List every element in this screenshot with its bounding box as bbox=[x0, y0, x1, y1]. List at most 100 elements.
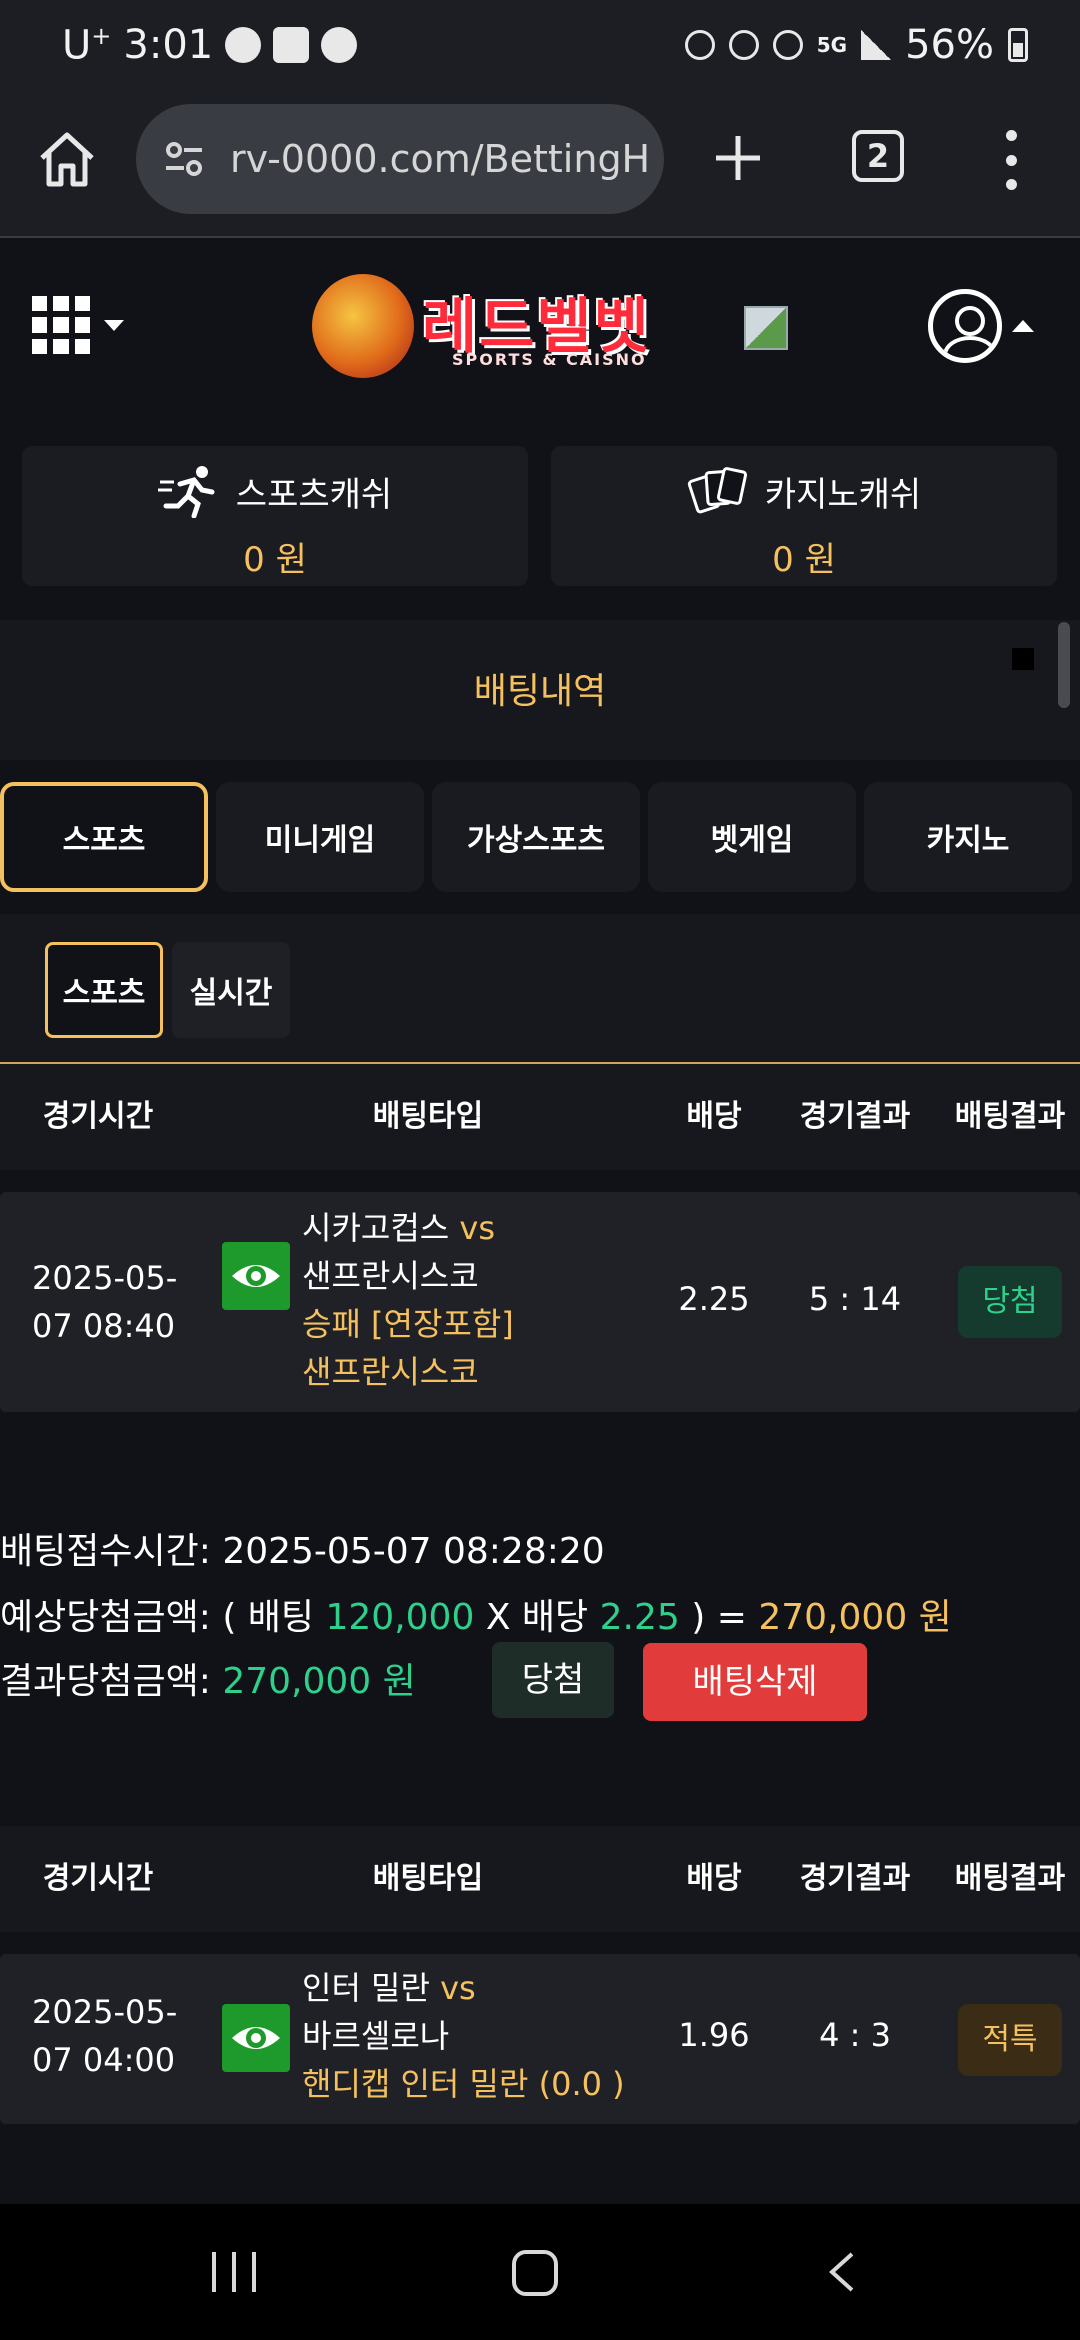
accepted-time-line: 배팅접수시간: 2025-05-07 08:28:20 bbox=[0, 1531, 605, 1572]
home-team: 인터 밀란 bbox=[302, 1969, 430, 2007]
system-nav-bar bbox=[0, 2204, 1080, 2340]
col-odds: 배당 bbox=[686, 1099, 742, 1134]
col-bet-type: 배팅타입 bbox=[372, 1099, 484, 1134]
browser-toolbar: rv-0000.com/BettingH 2 bbox=[0, 90, 1080, 238]
home-nav-button[interactable] bbox=[512, 2250, 558, 2296]
view-details-button[interactable] bbox=[222, 1242, 290, 1310]
tune-icon[interactable] bbox=[162, 137, 206, 181]
tab-switcher-button[interactable]: 2 bbox=[852, 130, 904, 182]
category-tabs: 스포츠 미니게임 가상스포츠 벳게임 카지노 bbox=[0, 782, 1080, 894]
status-bar: U+ 3:01 5G 56% bbox=[0, 0, 1080, 90]
tab-minigame[interactable]: 미니게임 bbox=[216, 782, 424, 892]
battery-percent: 56% bbox=[905, 22, 994, 68]
gallery-notification-icon bbox=[273, 27, 310, 63]
scrollbar[interactable] bbox=[1058, 622, 1070, 708]
casino-cash-card: 카지노캐쉬 0 원 bbox=[551, 446, 1057, 586]
table-row[interactable]: 2025-05- 07 04:00 인터 밀란 vs 바르셀로나 핸디캡 인터 … bbox=[0, 1954, 1080, 2124]
carrier: U+ bbox=[62, 21, 112, 69]
chevron-down-icon bbox=[104, 319, 124, 331]
sub-tabs: 스포츠 실시간 bbox=[0, 914, 1080, 1064]
tab-bet-game[interactable]: 벳게임 bbox=[648, 782, 856, 892]
tab-virtual-sports[interactable]: 가상스포츠 bbox=[432, 782, 640, 892]
chat-notification-icon bbox=[225, 27, 262, 63]
match-time: 2025-05- 07 08:40 bbox=[32, 1259, 178, 1345]
vs-label: vs bbox=[459, 1209, 495, 1247]
more-icon[interactable] bbox=[996, 130, 1026, 190]
status-right: 5G 56% bbox=[684, 18, 1028, 72]
receipt-odds: 2.25 bbox=[599, 1597, 680, 1638]
pick: 샌프란시스코 bbox=[302, 1353, 479, 1391]
address-bar[interactable]: rv-0000.com/BettingH bbox=[136, 104, 664, 214]
battery-icon bbox=[1008, 28, 1028, 62]
page-title-bar: 배팅내역 bbox=[0, 620, 1080, 760]
signal-icon bbox=[861, 30, 892, 60]
col-bet-type: 배팅타입 bbox=[372, 1861, 484, 1896]
logo-mascot-image bbox=[312, 274, 414, 378]
new-tab-button[interactable] bbox=[708, 128, 768, 188]
user-icon bbox=[928, 289, 1002, 363]
result-amount: 270,000 원 bbox=[222, 1661, 416, 1702]
broken-image-icon bbox=[744, 306, 788, 350]
logo-subtitle: SPORTS & CAISNO bbox=[452, 350, 647, 369]
match-time: 2025-05- 07 04:00 bbox=[32, 1993, 178, 2079]
plus-icon bbox=[716, 136, 760, 180]
table-header: 경기시간 배팅타입 배당 경기결과 배팅결과 bbox=[0, 1826, 1080, 1932]
alarm-icon bbox=[728, 30, 759, 60]
tab-sports[interactable]: 스포츠 bbox=[0, 782, 208, 892]
status-badge: 적특 bbox=[958, 2004, 1062, 2076]
col-odds: 배당 bbox=[686, 1861, 742, 1896]
clock: 3:01 bbox=[123, 22, 214, 68]
site-header: 레드벨벳 SPORTS & CAISNO bbox=[0, 240, 1080, 410]
odds: 2.25 bbox=[678, 1280, 750, 1318]
expected-amount: 270,000 원 bbox=[758, 1597, 952, 1638]
status-badge: 당첨 bbox=[958, 1266, 1062, 1338]
site-logo[interactable]: 레드벨벳 SPORTS & CAISNO bbox=[312, 270, 658, 382]
back-icon bbox=[829, 2252, 854, 2292]
odds: 1.96 bbox=[678, 2016, 750, 2054]
delete-bet-button[interactable]: 배팅삭제 bbox=[643, 1643, 867, 1721]
view-details-button[interactable] bbox=[222, 2004, 290, 2072]
home-icon bbox=[40, 132, 94, 187]
close-square-icon[interactable] bbox=[1012, 648, 1034, 670]
back-button[interactable] bbox=[826, 2252, 856, 2292]
expected-payout-line: 예상당첨금액: ( 배팅 120,000 X 배당 2.25 ) = 270,0… bbox=[0, 1597, 952, 1638]
subtab-sports[interactable]: 스포츠 bbox=[45, 942, 163, 1038]
page-title: 배팅내역 bbox=[473, 671, 607, 712]
away-team: 바르셀로나 bbox=[302, 2017, 450, 2055]
chevron-up-icon bbox=[1012, 320, 1034, 332]
tab-casino[interactable]: 카지노 bbox=[864, 782, 1072, 892]
user-menu-button[interactable] bbox=[928, 286, 1038, 366]
market: 승패 [연장포함] bbox=[302, 1305, 514, 1343]
runner-icon bbox=[157, 466, 215, 518]
vs-label: vs bbox=[440, 1969, 476, 2007]
subtab-live[interactable]: 실시간 bbox=[172, 942, 290, 1038]
win-status-pill: 당첨 bbox=[492, 1642, 614, 1718]
status-left: U+ 3:01 bbox=[62, 18, 358, 72]
network-type: 5G bbox=[816, 33, 848, 57]
score: 4 : 3 bbox=[819, 2016, 891, 2054]
market: 핸디캡 인터 밀란 (0.0 ) bbox=[302, 2065, 625, 2103]
col-match-result: 경기결과 bbox=[799, 1099, 911, 1134]
col-match-time: 경기시간 bbox=[42, 1099, 154, 1134]
stake-amount: 120,000 bbox=[325, 1597, 475, 1638]
url-text: rv-0000.com/BettingH bbox=[230, 137, 650, 181]
home-team: 시카고컵스 bbox=[302, 1209, 450, 1247]
col-bet-result: 배팅결과 bbox=[954, 1861, 1066, 1896]
col-bet-result: 배팅결과 bbox=[954, 1099, 1066, 1134]
col-match-result: 경기결과 bbox=[799, 1861, 911, 1896]
cloud-notification-icon bbox=[321, 27, 358, 63]
recents-button[interactable] bbox=[212, 2252, 256, 2292]
eye-icon bbox=[232, 2027, 280, 2049]
bet-type: 시카고컵스 vs 샌프란시스코 승패 [연장포함] 샌프란시스코 bbox=[302, 1204, 514, 1396]
table-header: 경기시간 배팅타입 배당 경기결과 배팅결과 bbox=[0, 1064, 1080, 1170]
grid-menu-button[interactable] bbox=[32, 294, 132, 356]
bet-type: 인터 밀란 vs 바르셀로나 핸디캡 인터 밀란 (0.0 ) bbox=[302, 1964, 625, 2108]
home-button[interactable] bbox=[34, 126, 100, 192]
casino-cash-label: 카지노캐쉬 bbox=[764, 474, 922, 515]
cards-icon bbox=[687, 467, 747, 514]
score: 5 : 14 bbox=[808, 1280, 902, 1318]
sports-cash-label: 스포츠캐쉬 bbox=[235, 474, 393, 515]
grid-menu-icon bbox=[32, 296, 90, 354]
away-team: 샌프란시스코 bbox=[302, 1257, 479, 1295]
table-row[interactable]: 2025-05- 07 08:40 시카고컵스 vs 샌프란시스코 승패 [연장… bbox=[0, 1192, 1080, 1412]
